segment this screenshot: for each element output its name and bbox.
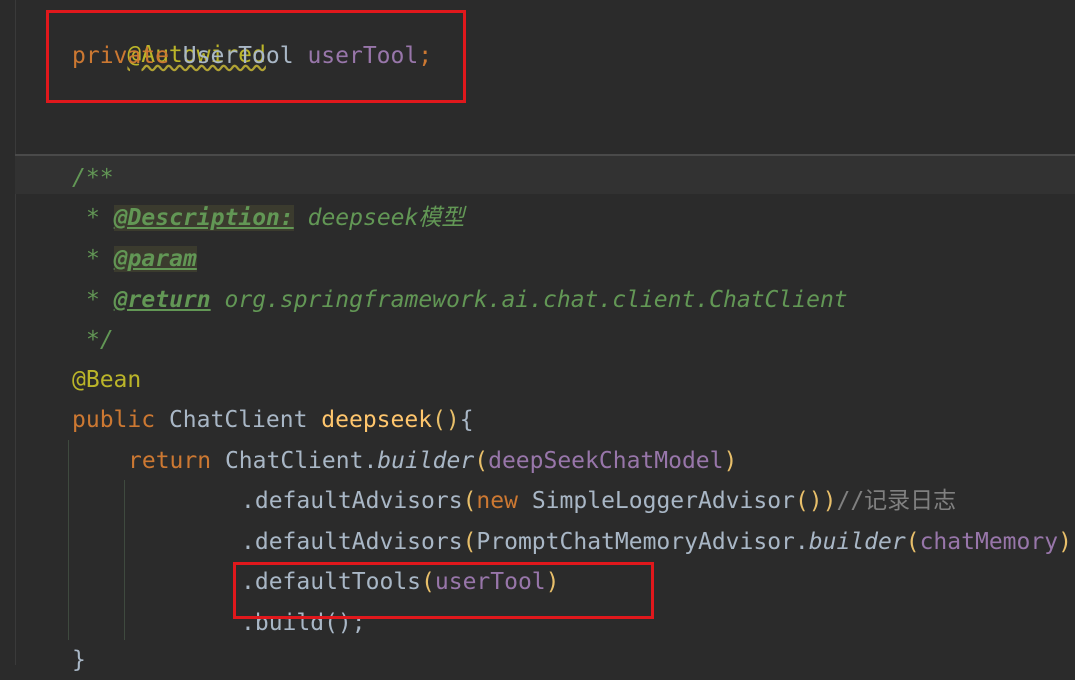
prompt-advisor-class: PromptChatMemoryAdvisor [476, 529, 795, 555]
code-line-doc-close: */ [86, 320, 114, 360]
default-advisors-call: .defaultAdvisors [241, 488, 463, 514]
dot: . [794, 529, 809, 555]
dot: . [363, 448, 378, 474]
chatclient-type: ChatClient [168, 407, 308, 433]
builder-call: builder [808, 529, 906, 555]
param-tag: @param [113, 246, 197, 272]
code-line-logger-advisor: .defaultAdvisors(new SimpleLoggerAdvisor… [241, 481, 956, 521]
description-text: deepseek模型 [307, 205, 465, 231]
indent-guide [68, 440, 69, 640]
code-line-doc-description: * @Description: deepseek模型 [86, 198, 464, 238]
public-keyword: public [72, 407, 156, 433]
return-tag: @return [113, 287, 211, 313]
method-name: deepseek [321, 407, 433, 433]
method-parens: () [432, 407, 460, 433]
paren-close: ) [723, 448, 738, 474]
chatclient-ref: ChatClient [224, 448, 364, 474]
code-line-doc-param: * @param [86, 239, 197, 279]
bean-annotation: @Bean [72, 367, 142, 393]
code-line-doc-open: /** [72, 158, 114, 198]
default-advisors-call: .defaultAdvisors [241, 529, 463, 555]
doc-comment-close: */ [86, 327, 114, 353]
code-line-close-brace: } [72, 640, 86, 680]
doc-comment-open: /** [72, 165, 114, 191]
paren-close: ) [1058, 529, 1072, 555]
open-brace: { [459, 407, 474, 433]
code-line-memory-advisor: .defaultAdvisors(PromptChatMemoryAdvisor… [241, 522, 1072, 562]
doc-star: * [86, 287, 100, 313]
description-tag: @Description: [113, 205, 294, 231]
return-text: org.springframework.ai.chat.client.ChatC… [224, 287, 848, 313]
method-separator [15, 154, 1075, 156]
builder-call: builder [377, 448, 475, 474]
highlight-box-field [46, 10, 466, 103]
log-comment: //记录日志 [836, 488, 957, 514]
code-line-bean: @Bean [72, 360, 141, 400]
simple-logger-class: SimpleLoggerAdvisor [531, 488, 795, 514]
doc-star: * [86, 246, 100, 272]
new-keyword: new [476, 488, 518, 514]
current-line-highlight [15, 156, 1075, 194]
highlight-box-default-tools [233, 562, 654, 619]
code-line-doc-return: * @return org.springframework.ai.chat.cl… [86, 280, 848, 320]
return-keyword: return [128, 448, 212, 474]
deepseek-model-field: deepSeekChatModel [488, 448, 724, 474]
indent-guide [124, 480, 125, 640]
paren-open: ( [462, 529, 477, 555]
chat-memory-field: chatMemory [919, 529, 1059, 555]
code-line-return: return ChatClient.builder(deepSeekChatMo… [128, 441, 737, 481]
paren-open: ( [462, 488, 477, 514]
paren-open: ( [905, 529, 920, 555]
code-line-method-signature: public ChatClient deepseek(){ [72, 400, 474, 440]
paren-open: ( [474, 448, 489, 474]
close-parens: ()) [794, 488, 837, 514]
editor-gutter-divider [15, 0, 16, 665]
close-brace: } [72, 647, 86, 673]
doc-star: * [86, 205, 100, 231]
